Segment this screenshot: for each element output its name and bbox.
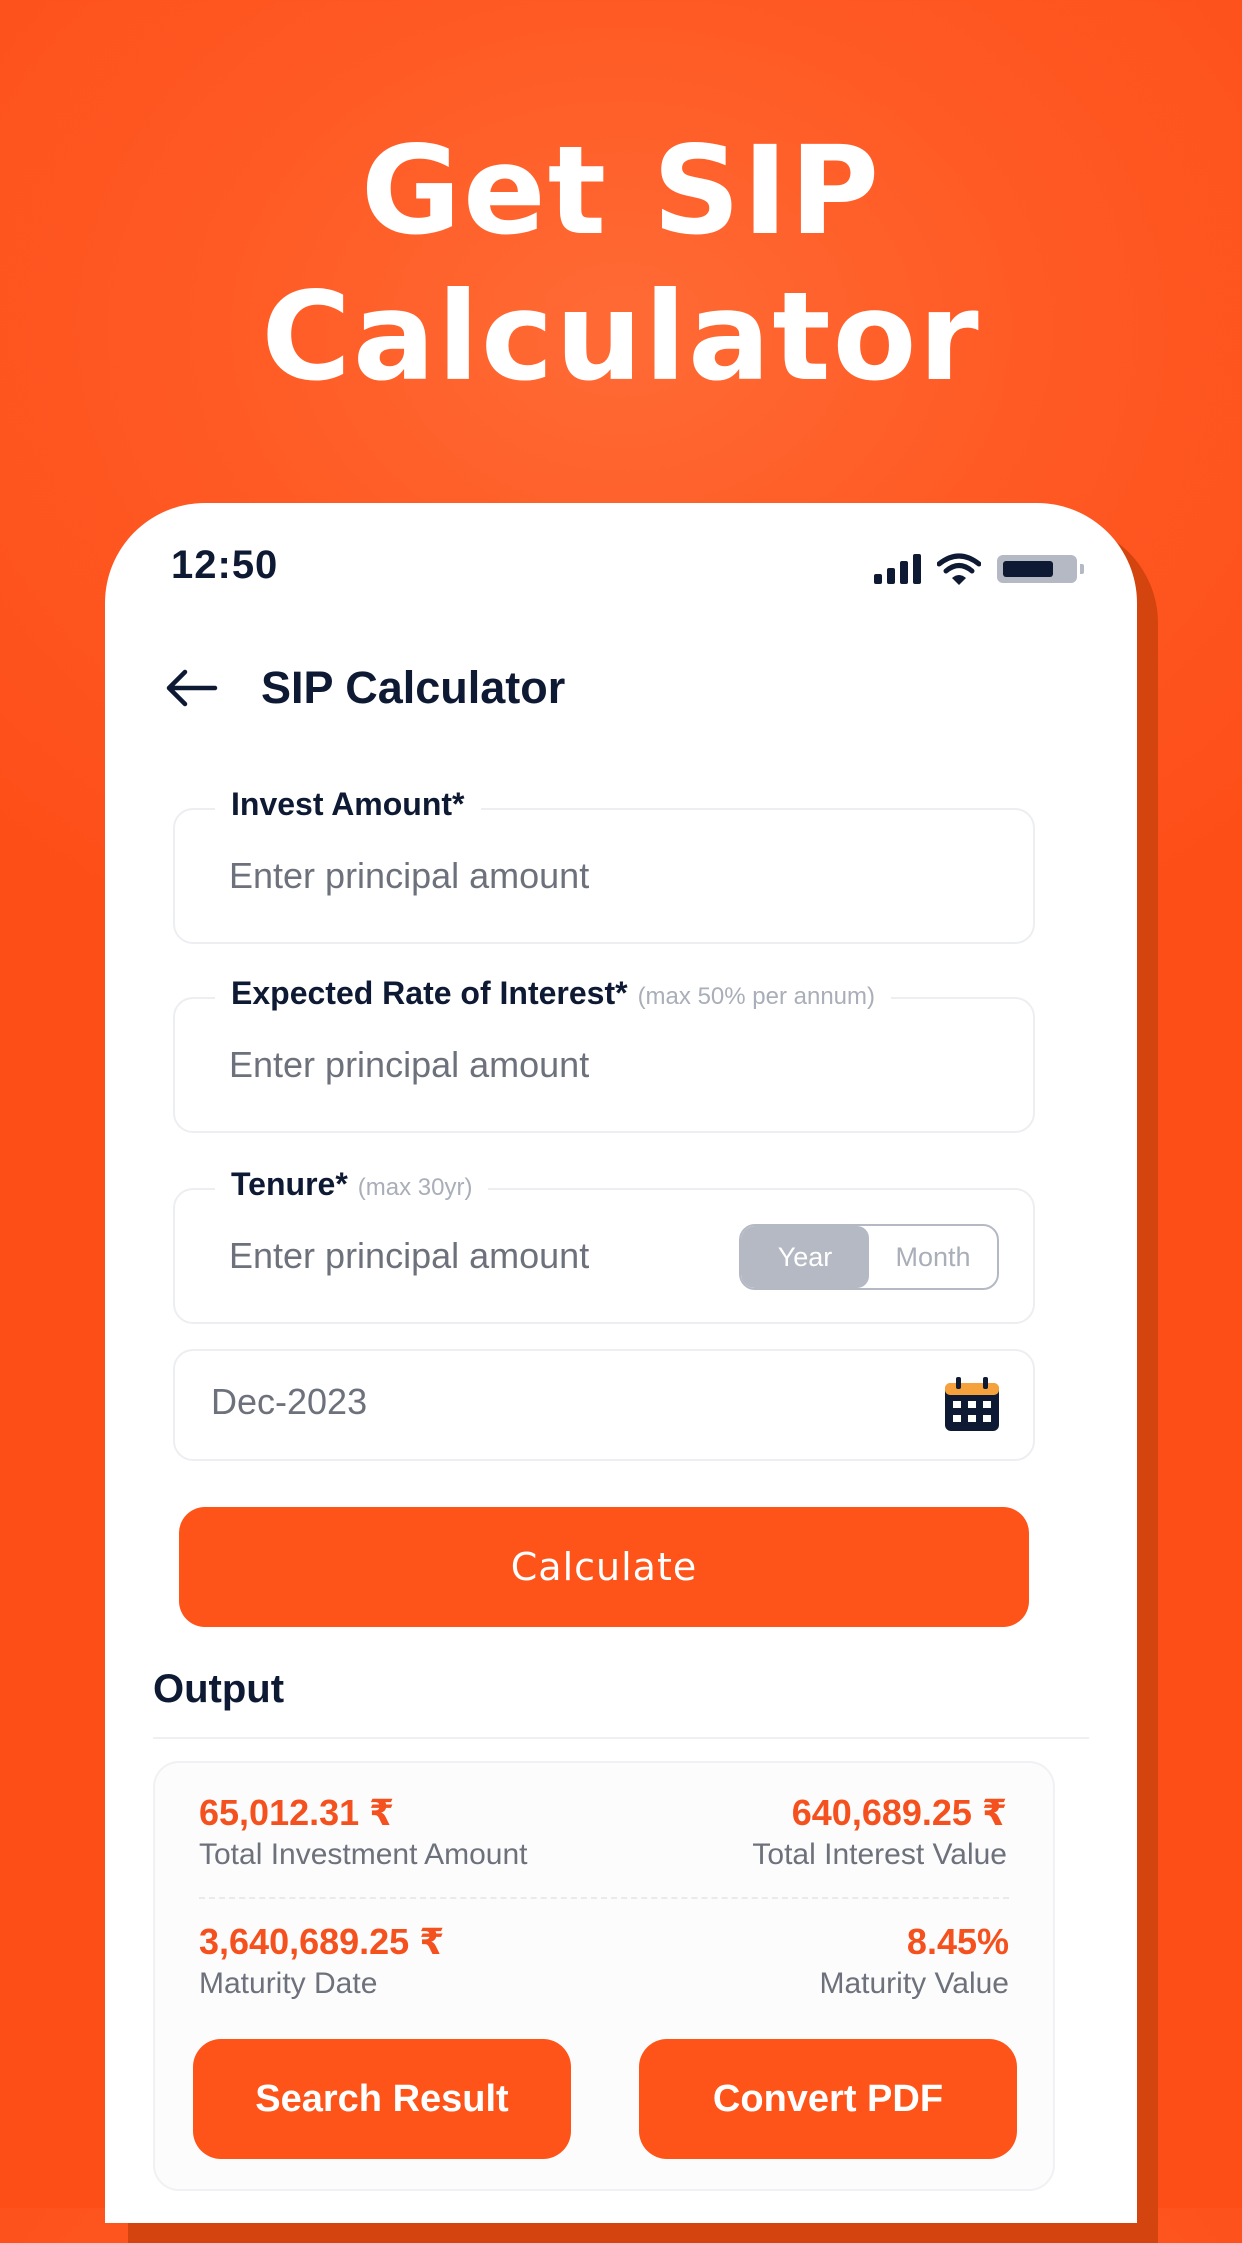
- metric-label: Total Investment Amount: [199, 1838, 528, 1871]
- battery-icon: [997, 555, 1084, 583]
- metric-maturity-value: 8.45% Maturity Value: [819, 1920, 1009, 2004]
- date-value: Dec-2023: [211, 1381, 368, 1422]
- tenure-year-option[interactable]: Year: [741, 1226, 869, 1288]
- metric-label: Maturity Value: [819, 1967, 1009, 2000]
- metric-total-interest: 640,689.25 ₹ Total Interest Value: [752, 1791, 1007, 1875]
- metric-value: 8.45%: [906, 1921, 1009, 1962]
- invest-amount-field: Invest Amount*: [173, 786, 1035, 944]
- output-divider: [153, 1737, 1089, 1739]
- metric-total-investment: 65,012.31 ₹ Total Investment Amount: [199, 1791, 528, 1875]
- search-result-button[interactable]: Search Result: [193, 2039, 571, 2159]
- page-title: SIP Calculator: [261, 662, 566, 713]
- metric-divider: [199, 1897, 1009, 1899]
- date-picker-field[interactable]: Dec-2023: [173, 1349, 1035, 1461]
- rate-of-interest-input[interactable]: [229, 1037, 749, 1093]
- invest-amount-input[interactable]: [229, 848, 749, 904]
- tenure-input[interactable]: [229, 1228, 709, 1284]
- signal-icon: [874, 554, 921, 584]
- invest-amount-label: Invest Amount*: [215, 786, 481, 823]
- metric-label: Maturity Date: [199, 1967, 378, 2000]
- promo-headline: Get SIP Calculator: [0, 118, 1242, 410]
- arrow-left-icon[interactable]: [163, 668, 219, 708]
- rate-of-interest-label: Expected Rate of Interest* (max 50% per a…: [215, 975, 891, 1012]
- top-nav: SIP Calculator: [163, 653, 565, 723]
- tenure-label: Tenure* (max 30yr): [215, 1166, 489, 1203]
- status-icons: [874, 549, 1084, 589]
- metric-maturity-date: 3,640,689.25 ₹ Maturity Date: [199, 1920, 444, 2004]
- tenure-unit-toggle: Year Month: [739, 1224, 999, 1290]
- calculate-button[interactable]: Calculate: [179, 1507, 1029, 1627]
- phone-screen: 12:50 SIP Calculator Invest Amount* Expe…: [105, 503, 1137, 2223]
- tenure-field: Tenure*(max 30yr) Year Month: [173, 1166, 1035, 1324]
- rate-of-interest-field: Expected Rate of Interest* (max 50% per a…: [173, 975, 1035, 1133]
- promo-headline-line2: Calculator: [261, 266, 981, 408]
- tenure-month-option[interactable]: Month: [869, 1226, 997, 1288]
- convert-pdf-button[interactable]: Convert PDF: [639, 2039, 1017, 2159]
- wifi-icon: [937, 553, 981, 585]
- metric-value: 640,689.25 ₹: [791, 1792, 1007, 1833]
- output-title: Output: [153, 1667, 285, 1711]
- output-card: 65,012.31 ₹ Total Investment Amount 640,…: [153, 1761, 1055, 2191]
- tenure-hint: (max 30yr): [357, 1174, 473, 1201]
- rate-of-interest-hint: (max 50% per annum): [637, 983, 875, 1010]
- promo-headline-line1: Get SIP: [360, 120, 882, 262]
- calendar-icon[interactable]: [943, 1377, 1001, 1433]
- metric-value: 3,640,689.25 ₹: [199, 1921, 445, 1962]
- metric-label: Total Interest Value: [752, 1838, 1007, 1871]
- metric-value: 65,012.31 ₹: [199, 1792, 395, 1833]
- status-time: 12:50: [171, 543, 279, 587]
